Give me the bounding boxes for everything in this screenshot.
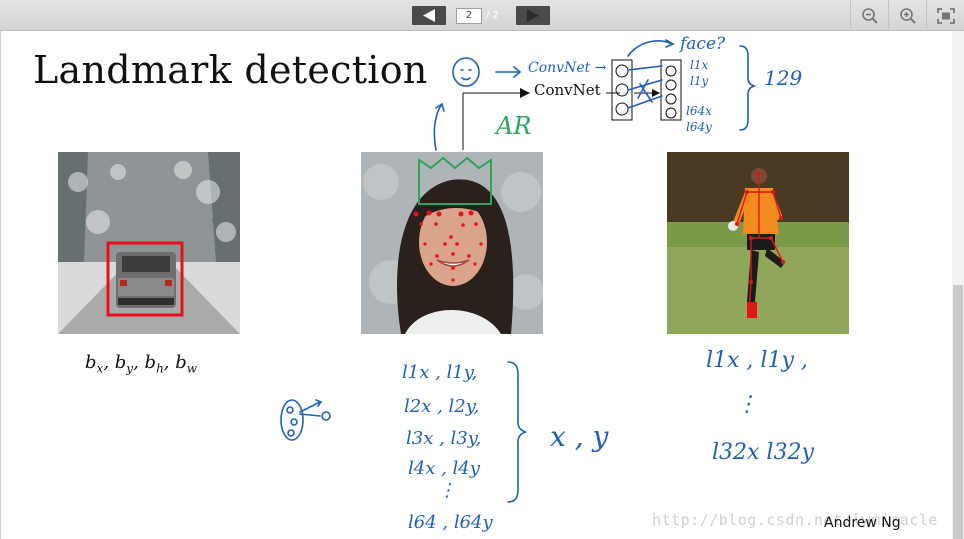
face-landmark-64: l64 , l64y [408,512,493,533]
face-landmark-ellipsis: ⋮ [438,480,456,501]
slide-author: Andrew Ng [824,515,901,531]
face-landmark-3: l3x , l3y, [406,428,482,449]
face-landmark-4: l4x , l4y [408,458,480,479]
output-l64y: l64y [686,120,712,134]
convnet-scrawl: ConvNet → [528,60,607,76]
output-l64x: l64x [686,104,712,118]
pose-landmark-1: l1x , l1y , [706,348,808,373]
handwritten-ink [280,39,757,503]
face-landmark-2: l2x , l2y, [404,396,480,417]
face-landmark-1: l1x , l1y, [402,362,478,383]
xy-note: x , y [550,420,609,453]
face-question-note: face? [680,34,726,54]
ar-note: AR [496,112,532,140]
pose-landmark-32: l32x l32y [712,440,814,465]
pose-landmark-ellipsis: ⋮ [736,392,758,417]
output-l1x: l1x [690,58,709,72]
output-count-note: 129 [764,66,803,90]
output-l1y: l1y [690,74,709,88]
